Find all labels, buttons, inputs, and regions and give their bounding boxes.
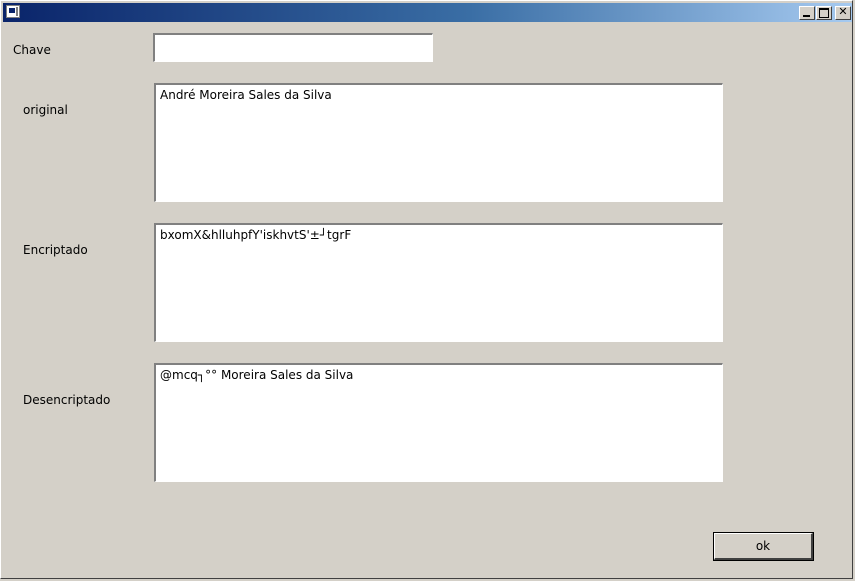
encriptado-textarea[interactable]: bxomX&hlluhpfY'iskhvtS'±┘tgrF	[154, 223, 723, 342]
app-icon[interactable]	[6, 5, 20, 18]
close-button[interactable]	[835, 5, 851, 20]
encriptado-label: Encriptado	[23, 243, 88, 257]
minimize-button[interactable]	[799, 6, 815, 20]
maximize-button[interactable]	[816, 6, 832, 20]
title-bar[interactable]	[3, 3, 852, 22]
desencriptado-label: Desencriptado	[23, 393, 111, 407]
desencriptado-textarea[interactable]: @mcq┐°° Moreira Sales da Silva	[154, 363, 723, 482]
chave-label: Chave	[13, 43, 51, 57]
chave-input[interactable]	[153, 33, 433, 62]
ok-button[interactable]: ok	[713, 532, 814, 561]
original-label: original	[23, 103, 68, 117]
original-textarea[interactable]: André Moreira Sales da Silva	[154, 83, 723, 202]
app-window: Chave original André Moreira Sales da Si…	[0, 0, 853, 579]
